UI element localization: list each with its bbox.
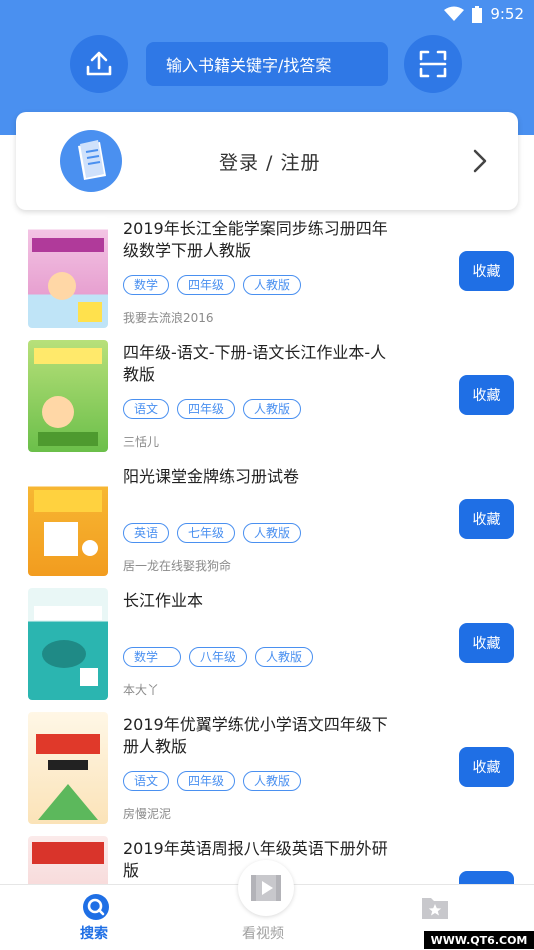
- book-author: 我要去流浪2016: [123, 311, 214, 325]
- list-item[interactable]: 四年级-语文-下册-语文长江作业本-人教版 语文 四年级 人教版 三恬儿 收藏: [0, 336, 534, 460]
- search-icon: [83, 894, 109, 920]
- battery-icon: [472, 5, 483, 23]
- book-title: 阳光课堂金牌练习册试卷: [123, 467, 300, 486]
- nav-favorites[interactable]: [420, 893, 452, 925]
- scan-button[interactable]: [404, 35, 462, 93]
- tag[interactable]: 人教版: [243, 771, 302, 791]
- tag[interactable]: 英语: [123, 523, 170, 543]
- tag-list: 英语 七年级 人教版: [123, 523, 302, 543]
- tag[interactable]: 数学: [123, 647, 182, 667]
- book-list[interactable]: 2019年长江全能学案同步练习册四年级数学下册人教版 数学 四年级 人教版 我要…: [0, 212, 534, 884]
- book-author: 本大丫: [123, 683, 160, 697]
- book-title: 2019年长江全能学案同步练习册四年级数学下册人教版: [123, 219, 388, 260]
- book-author: 居一龙在线娶我狗命: [123, 559, 232, 573]
- chevron-right-icon: [473, 149, 487, 173]
- list-item[interactable]: 2019年优翼学练优小学语文四年级下册人教版 语文 四年级 人教版 房慢泥泥 收…: [0, 708, 534, 832]
- video-play-icon: [251, 875, 281, 901]
- favorite-button[interactable]: 收藏: [459, 499, 514, 539]
- tag-list: 数学 八年级 人教版: [123, 647, 314, 667]
- book-cover: [28, 464, 108, 576]
- tag-list: 语文 四年级 人教版: [123, 399, 302, 419]
- tag-list: 数学 四年级 人教版: [123, 275, 302, 295]
- book-cover: [28, 836, 108, 884]
- tag[interactable]: 语文: [123, 399, 170, 419]
- tag[interactable]: 数学: [123, 275, 170, 295]
- favorite-button[interactable]: 收藏: [459, 251, 514, 291]
- star-folder-icon: [422, 898, 448, 919]
- watermark: WWW.QT6.COM: [424, 931, 534, 949]
- wifi-icon: [444, 6, 465, 21]
- favorite-button[interactable]: 收藏: [459, 747, 514, 787]
- favorite-button[interactable]: 收藏: [459, 623, 514, 663]
- favorite-button[interactable]: 收藏: [459, 871, 514, 884]
- watch-video-button[interactable]: [238, 860, 294, 916]
- tag-list: 语文 四年级 人教版: [123, 771, 302, 791]
- tag[interactable]: 四年级: [177, 771, 236, 791]
- book-title: 长江作业本: [123, 591, 204, 610]
- book-avatar-icon: [60, 130, 122, 192]
- book-cover: [28, 588, 108, 700]
- upload-button[interactable]: [70, 35, 128, 93]
- tag[interactable]: 人教版: [243, 523, 302, 543]
- book-cover: [28, 340, 108, 452]
- search-input[interactable]: 输入书籍关键字/找答案: [146, 42, 388, 86]
- tag[interactable]: 人教版: [243, 275, 302, 295]
- list-item[interactable]: 阳光课堂金牌练习册试卷 英语 七年级 人教版 居一龙在线娶我狗命 收藏: [0, 460, 534, 584]
- book-author: 三恬儿: [123, 435, 160, 449]
- tag[interactable]: 语文: [123, 771, 170, 791]
- nav-video-label: 看视频: [242, 926, 284, 942]
- status-bar: 9:52: [444, 5, 524, 23]
- book-title: 四年级-语文-下册-语文长江作业本-人教版: [123, 343, 387, 384]
- upload-icon: [86, 51, 112, 76]
- favorite-button[interactable]: 收藏: [459, 375, 514, 415]
- tag[interactable]: 四年级: [177, 275, 236, 295]
- book-title: 2019年优翼学练优小学语文四年级下册人教版: [123, 715, 388, 756]
- tag[interactable]: 四年级: [177, 399, 236, 419]
- nav-search[interactable]: 搜索: [70, 885, 122, 947]
- search-placeholder: 输入书籍关键字/找答案: [166, 56, 332, 75]
- nav-search-label: 搜索: [80, 926, 108, 942]
- scan-icon: [419, 50, 447, 78]
- login-card[interactable]: 登录 / 注册: [16, 112, 518, 210]
- login-register-label: 登录 / 注册: [219, 152, 321, 174]
- book-cover: [28, 712, 108, 824]
- status-time: 9:52: [490, 5, 524, 23]
- list-item[interactable]: 2019年长江全能学案同步练习册四年级数学下册人教版 数学 四年级 人教版 我要…: [0, 212, 534, 336]
- book-author: 房慢泥泥: [123, 807, 172, 821]
- tag[interactable]: 人教版: [243, 399, 302, 419]
- tag[interactable]: 七年级: [177, 523, 236, 543]
- book-cover: [28, 216, 108, 328]
- tag[interactable]: 人教版: [255, 647, 314, 667]
- list-item[interactable]: 长江作业本 数学 八年级 人教版 本大丫 收藏: [0, 584, 534, 708]
- tag[interactable]: 八年级: [189, 647, 248, 667]
